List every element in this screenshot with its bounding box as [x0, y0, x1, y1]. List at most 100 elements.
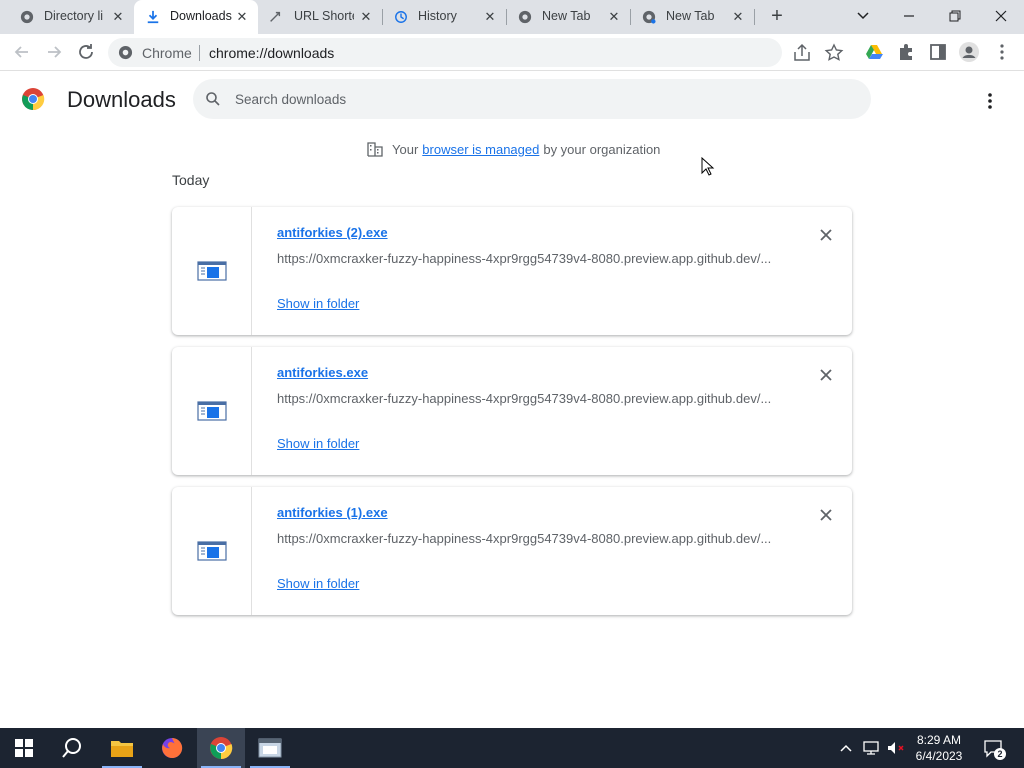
download-item: antiforkies (1).exe https://0xmcraxker-f…	[172, 487, 852, 615]
chrome-icon	[118, 45, 133, 60]
download-source-url[interactable]: https://0xmcraxker-fuzzy-happiness-4xpr9…	[277, 251, 777, 266]
more-actions-icon[interactable]	[978, 89, 1002, 113]
close-tab-icon[interactable]: ✕	[482, 9, 498, 25]
tab-directory[interactable]: Directory li ✕	[0, 0, 132, 34]
search-icon	[206, 92, 220, 106]
restore-icon	[949, 10, 961, 22]
search-icon	[62, 738, 81, 758]
minimize-button[interactable]	[896, 4, 922, 28]
managed-suffix: by your organization	[543, 141, 661, 157]
file-icon-column	[172, 487, 252, 615]
chrome-taskbar-button[interactable]	[197, 728, 245, 768]
remove-from-list-icon[interactable]	[816, 365, 836, 385]
firefox-icon	[162, 737, 183, 758]
tab-search-button[interactable]	[850, 4, 876, 28]
profile-avatar-icon[interactable]	[958, 41, 980, 63]
download-filename-link[interactable]: antiforkies (2).exe	[277, 225, 388, 240]
back-arrow-icon[interactable]	[10, 40, 34, 64]
exe-file-icon	[197, 401, 227, 421]
close-icon	[995, 10, 1007, 22]
taskbar-search-button[interactable]	[48, 728, 96, 768]
download-source-url[interactable]: https://0xmcraxker-fuzzy-happiness-4xpr9…	[277, 531, 777, 546]
app-window-button[interactable]	[246, 728, 294, 768]
omnibox-separator	[199, 45, 200, 61]
tab-label: New Tab	[666, 9, 715, 23]
close-tab-icon[interactable]: ✕	[358, 9, 374, 25]
downloads-header: Downloads	[0, 71, 1024, 127]
address-bar[interactable]: Chrome chrome://downloads	[108, 38, 844, 67]
tab-label: New Tab	[542, 9, 591, 23]
search-box[interactable]	[193, 79, 871, 119]
tab-new-tab[interactable]: New Tab ✕	[508, 0, 630, 34]
file-explorer-button[interactable]	[98, 728, 146, 768]
close-window-button[interactable]	[988, 4, 1014, 28]
forward-arrow-icon[interactable]	[42, 40, 66, 64]
system-clock[interactable]: 8:29 AM 6/4/2023	[905, 732, 973, 764]
network-icon[interactable]	[862, 740, 880, 756]
tab-history[interactable]: History ✕	[384, 0, 506, 34]
tab-separator	[754, 9, 755, 25]
tab-separator	[382, 9, 383, 25]
site-chip: Chrome	[142, 45, 192, 61]
close-tab-icon[interactable]: ✕	[110, 9, 126, 25]
tab-downloads[interactable]: Downloads ✕	[134, 0, 258, 34]
bookmark-star-icon[interactable]	[823, 42, 845, 64]
chrome-icon	[642, 10, 656, 24]
history-icon	[395, 11, 407, 23]
firefox-button[interactable]	[148, 728, 196, 768]
chevron-down-icon	[857, 12, 869, 20]
download-item: antiforkies (2).exe https://0xmcraxker-f…	[172, 207, 852, 335]
chrome-icon	[518, 10, 532, 24]
tab-new-tab-2[interactable]: New Tab ✕	[632, 0, 754, 34]
show-in-folder-link[interactable]: Show in folder	[277, 296, 359, 311]
date-heading: Today	[172, 172, 210, 188]
remove-from-list-icon[interactable]	[816, 225, 836, 245]
managed-prefix: Your	[392, 141, 419, 157]
windows-taskbar: 8:29 AM 6/4/2023 2	[0, 728, 1024, 768]
page-title: Downloads	[67, 87, 176, 112]
download-item: antiforkies.exe https://0xmcraxker-fuzzy…	[172, 347, 852, 475]
volume-muted-icon[interactable]	[886, 740, 906, 756]
tab-url-shortener[interactable]: URL Shorte ✕	[260, 0, 382, 34]
managed-banner: Your browser is managed by your organiza…	[366, 140, 660, 158]
search-input[interactable]	[235, 79, 855, 119]
start-button[interactable]	[0, 728, 48, 768]
notification-count-badge: 2	[994, 748, 1006, 760]
extensions-puzzle-icon[interactable]	[895, 41, 917, 63]
chrome-icon	[20, 10, 34, 24]
download-filename-link[interactable]: antiforkies (1).exe	[277, 505, 388, 520]
download-source-url[interactable]: https://0xmcraxker-fuzzy-happiness-4xpr9…	[277, 391, 777, 406]
new-tab-button[interactable]: +	[766, 6, 788, 28]
google-drive-icon[interactable]	[863, 41, 885, 63]
file-icon-column	[172, 347, 252, 475]
show-in-folder-link[interactable]: Show in folder	[277, 576, 359, 591]
close-tab-icon[interactable]: ✕	[606, 9, 622, 25]
share-icon[interactable]	[791, 42, 813, 64]
close-tab-icon[interactable]: ✕	[234, 9, 250, 25]
minimize-icon	[904, 15, 914, 17]
app-window-icon	[258, 738, 282, 758]
reload-icon[interactable]	[74, 40, 98, 64]
exe-file-icon	[197, 541, 227, 561]
download-filename-link[interactable]: antiforkies.exe	[277, 365, 368, 380]
browser-managed-link[interactable]: browser is managed	[422, 142, 539, 157]
tab-separator	[630, 9, 631, 25]
url-text[interactable]: chrome://downloads	[209, 45, 334, 61]
file-explorer-icon	[111, 741, 133, 757]
chrome-logo-icon	[22, 88, 45, 111]
chrome-icon	[210, 737, 233, 760]
show-in-folder-link[interactable]: Show in folder	[277, 436, 359, 451]
tab-strip: Directory li ✕ Downloads ✕ URL Shorte ✕ …	[0, 0, 1024, 34]
file-icon-column	[172, 207, 252, 335]
download-icon	[147, 10, 159, 24]
chrome-menu-icon[interactable]	[991, 41, 1013, 63]
remove-from-list-icon[interactable]	[816, 505, 836, 525]
chevron-up-icon[interactable]	[838, 740, 854, 756]
mouse-cursor-icon	[701, 157, 715, 176]
side-panel-icon[interactable]	[927, 41, 949, 63]
clock-time: 8:29 AM	[916, 733, 962, 747]
restore-button[interactable]	[942, 4, 968, 28]
browser-toolbar: Chrome chrome://downloads	[0, 34, 1024, 71]
close-tab-icon[interactable]: ✕	[730, 9, 746, 25]
clock-date: 6/4/2023	[915, 749, 963, 763]
